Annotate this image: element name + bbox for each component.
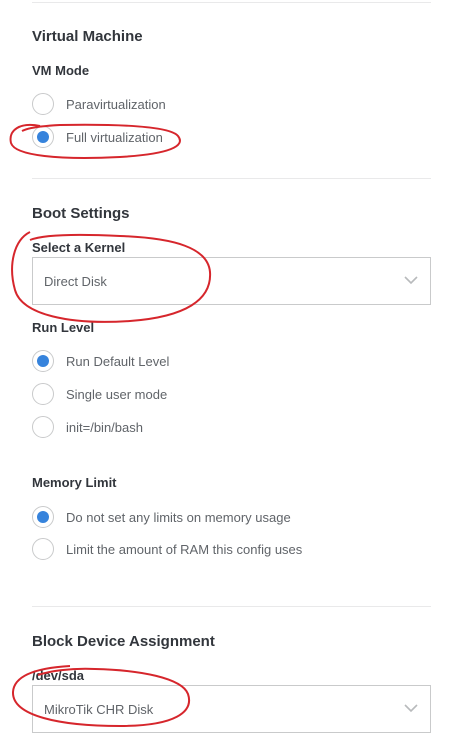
boot-settings-title: Boot Settings — [32, 205, 130, 222]
run-level-single-user-option[interactable]: Single user mode — [32, 382, 167, 406]
radio-label: Limit the amount of RAM this config uses — [66, 541, 303, 557]
vm-mode-label: VM Mode — [32, 63, 90, 78]
radio-init-bash[interactable] — [32, 416, 54, 438]
memory-limit-label: Memory Limit — [32, 475, 117, 490]
radio-label: Do not set any limits on memory usage — [66, 509, 291, 525]
radio-limit-ram[interactable] — [32, 538, 54, 560]
dev-sda-label: /dev/sda — [32, 668, 85, 683]
radio-full-virtualization[interactable] — [32, 126, 54, 148]
memory-no-limit-option[interactable]: Do not set any limits on memory usage — [32, 505, 291, 529]
kernel-select-value: Direct Disk — [44, 273, 107, 289]
run-level-label: Run Level — [32, 320, 95, 335]
radio-label: Full virtualization — [66, 129, 163, 145]
select-kernel-label: Select a Kernel — [32, 240, 126, 255]
section-divider — [32, 178, 431, 179]
radio-paravirtualization[interactable] — [32, 93, 54, 115]
radio-label: Single user mode — [66, 386, 168, 402]
radio-label: init=/bin/bash — [66, 419, 143, 435]
radio-label: Run Default Level — [66, 353, 170, 369]
radio-label: Paravirtualization — [66, 96, 166, 112]
chevron-down-icon — [404, 276, 418, 285]
radio-run-default-level[interactable] — [32, 350, 54, 372]
dev-sda-select[interactable]: MikroTik CHR Disk — [32, 685, 431, 733]
section-divider — [32, 606, 431, 607]
vm-mode-full-virtualization-option[interactable]: Full virtualization — [32, 125, 163, 149]
radio-no-memory-limit[interactable] — [32, 506, 54, 528]
top-divider — [32, 2, 431, 3]
dev-sda-select-value: MikroTik CHR Disk — [44, 701, 154, 717]
kernel-select[interactable]: Direct Disk — [32, 257, 431, 305]
radio-single-user-mode[interactable] — [32, 383, 54, 405]
run-level-init-bash-option[interactable]: init=/bin/bash — [32, 415, 143, 439]
chevron-down-icon — [404, 704, 418, 713]
run-level-default-option[interactable]: Run Default Level — [32, 349, 169, 373]
block-device-assignment-title: Block Device Assignment — [32, 633, 215, 650]
virtual-machine-title: Virtual Machine — [32, 28, 143, 45]
memory-limit-ram-option[interactable]: Limit the amount of RAM this config uses — [32, 537, 302, 561]
vm-mode-paravirtualization-option[interactable]: Paravirtualization — [32, 92, 166, 116]
